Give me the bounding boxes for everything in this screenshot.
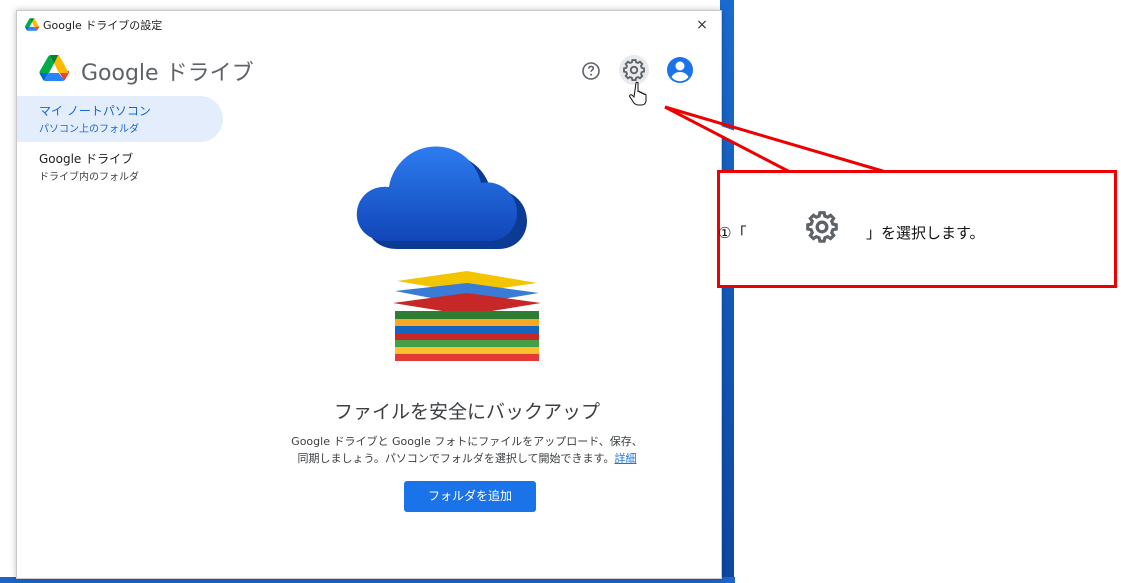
backup-description: Google ドライブと Google フォトにファイルをアップロード、保存、 … bbox=[217, 433, 717, 467]
hand-cursor-icon bbox=[629, 81, 647, 106]
app-title: Google ドライブ bbox=[81, 61, 254, 86]
description-line-2: 同期しましょう。パソコンでフォルダを選択して開始できます。 bbox=[297, 452, 615, 465]
add-folder-button[interactable]: フォルダを追加 bbox=[404, 481, 536, 512]
close-button[interactable]: × bbox=[691, 14, 713, 36]
sidebar-item-subtitle: ドライブ内のフォルダ bbox=[39, 172, 139, 183]
desktop-wallpaper bbox=[720, 0, 734, 583]
sidebar-item-google-drive[interactable]: Google ドライブ ドライブ内のフォルダ bbox=[17, 144, 223, 190]
sidebar-item-my-laptop[interactable]: マイ ノートパソコン パソコン上のフォルダ bbox=[17, 96, 223, 142]
cloud-backup-illustration bbox=[356, 146, 541, 361]
sidebar-item-subtitle: パソコン上のフォルダ bbox=[39, 124, 139, 135]
sidebar-item-title: マイ ノートパソコン bbox=[39, 104, 151, 118]
gear-icon bbox=[806, 211, 838, 243]
description-line-1: Google ドライブと Google フォトにファイルをアップロード、保存、 bbox=[291, 435, 643, 448]
account-circle-icon[interactable] bbox=[665, 55, 695, 85]
callout-text-start: ①「 bbox=[718, 224, 747, 242]
drive-settings-window: Google ドライブの設定 × Google ドライブ マイ ノートパソコン bbox=[16, 10, 722, 579]
help-icon[interactable] bbox=[579, 59, 603, 83]
callout-text-end: 」を選択します。 bbox=[866, 224, 985, 242]
title-bar[interactable]: Google ドライブの設定 × bbox=[17, 11, 721, 39]
google-drive-logo-icon bbox=[39, 55, 69, 81]
backup-heading: ファイルを安全にバックアップ bbox=[333, 401, 600, 423]
description-line-2-wrapper: 同期しましょう。パソコンでフォルダを選択して開始できます。詳細 bbox=[217, 450, 717, 467]
desktop-area bbox=[735, 0, 1121, 583]
sidebar-item-title: Google ドライブ bbox=[39, 152, 134, 166]
window-title: Google ドライブの設定 bbox=[43, 19, 163, 32]
learn-more-link[interactable]: 詳細 bbox=[614, 452, 636, 465]
google-drive-logo-icon bbox=[25, 18, 39, 31]
